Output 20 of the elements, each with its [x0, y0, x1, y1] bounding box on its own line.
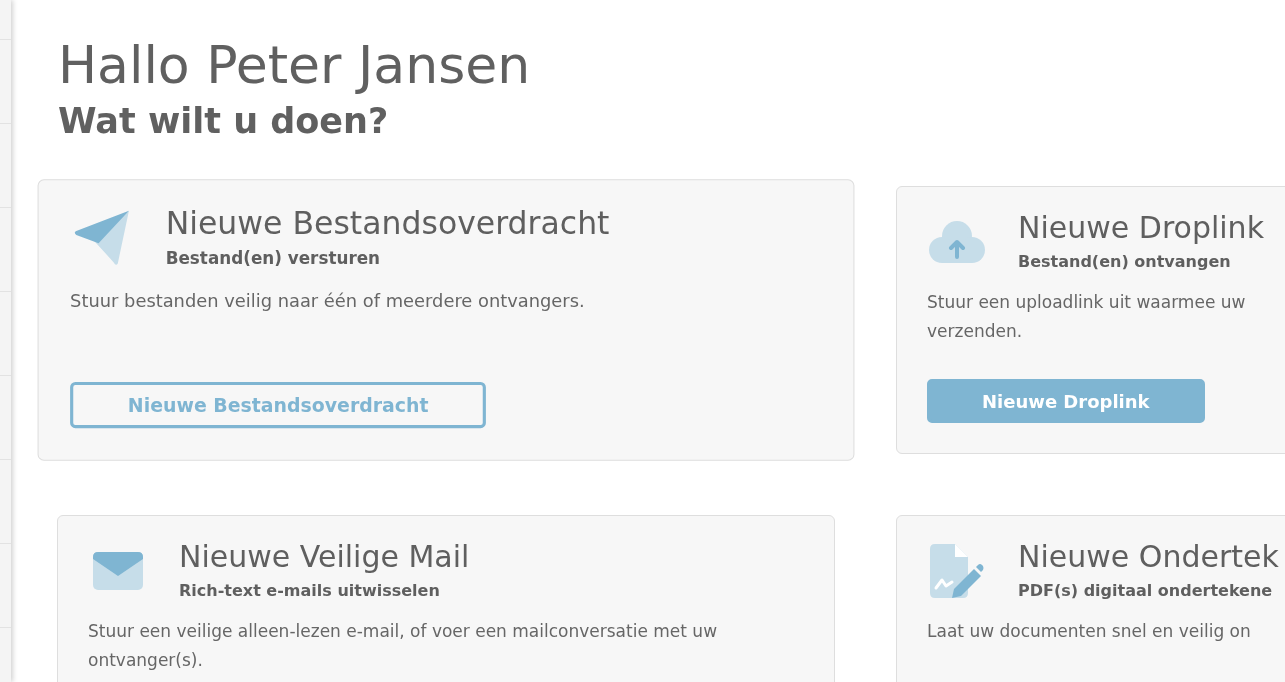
- card-title: Nieuwe Droplink: [1018, 210, 1264, 246]
- card-subtitle: Bestand(en) ontvangen: [1018, 251, 1231, 273]
- prompt-heading: Wat wilt u doen?: [58, 100, 389, 142]
- card-title: Nieuwe Ondertek: [1018, 539, 1279, 575]
- action-button[interactable]: Nieuwe Droplink: [927, 379, 1205, 423]
- envelope-icon: [93, 551, 143, 590]
- card-title: Nieuwe Bestandsoverdracht: [165, 204, 610, 243]
- card-subtitle: PDF(s) digitaal ondertekene: [1018, 580, 1273, 602]
- card-description: Stuur bestanden veilig naar één of meerdere ontvangers.: [70, 289, 585, 314]
- card-description: Laat uw documenten snel en veilig on: [927, 620, 1251, 643]
- paper-plane-icon: [73, 209, 130, 266]
- greeting-heading: Hallo Peter Jansen: [58, 34, 531, 96]
- action-button[interactable]: Nieuwe Bestandsoverdracht: [70, 381, 487, 429]
- card-title: Nieuwe Veilige Mail: [179, 539, 470, 575]
- card-subtitle: Bestand(en) versturen: [165, 247, 381, 271]
- cloud-upload-icon: [929, 220, 985, 263]
- card-description: Stuur een uploadlink uit waarmee uw verzenden.: [927, 291, 1246, 343]
- card-subtitle: Rich-text e-mails uitwisselen: [179, 580, 440, 602]
- card-description: Stuur een veilige alleen-lezen e-mail, of voer een mailconversatie met uw ontvanger(s).: [88, 620, 718, 672]
- document-pen-icon: [930, 543, 984, 598]
